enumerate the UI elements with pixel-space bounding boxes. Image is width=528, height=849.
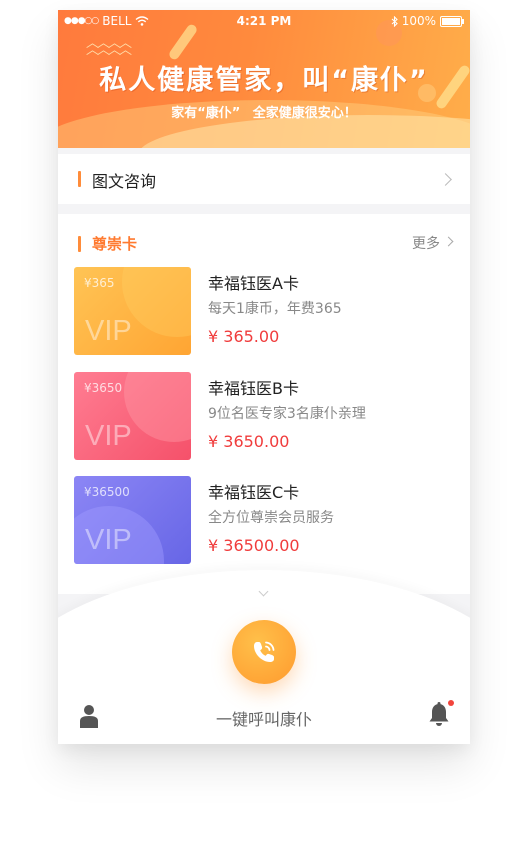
card-price-tag: ¥3650 — [84, 381, 123, 395]
card-description: 全方位尊崇会员服务 — [208, 510, 334, 526]
battery-icon — [440, 15, 464, 27]
header-banner: ︿︿︿︿ ︿︿︿︿ ●●●○○ BELL 4:21 PM 100% 私人健康管家… — [58, 10, 470, 148]
more-link[interactable]: 更多 — [412, 233, 454, 253]
section-marker — [78, 236, 81, 252]
call-label: 一键呼叫康仆 — [215, 710, 312, 729]
card-item-c[interactable]: ¥36500 VIP 幸福钰医C卡 全方位尊崇会员服务 ¥ 36500.00 — [74, 476, 454, 566]
card-description: 9位名医专家3名康仆亲理 — [208, 406, 366, 422]
vip-card-image: ¥3650 VIP — [74, 372, 191, 460]
card-price: ¥ 3650.00 — [208, 432, 290, 451]
card-name: 幸福钰医B卡 — [208, 379, 299, 398]
consult-row[interactable]: 图文咨询 — [58, 154, 470, 204]
card-price: ¥ 36500.00 — [208, 536, 300, 555]
phone-icon — [254, 641, 275, 662]
premium-card-section: 尊崇卡 更多 ¥365 VIP 幸福钰医A卡 每天1康币，年费365 ¥ 365… — [58, 214, 470, 594]
banner-squiggle: ︿︿︿︿ ︿︿︿︿ — [86, 36, 132, 58]
card-item-a[interactable]: ¥365 VIP 幸福钰医A卡 每天1康币，年费365 ¥ 365.00 — [74, 267, 454, 357]
card-decoration — [124, 372, 191, 442]
more-label: 更多 — [412, 236, 440, 252]
card-item-b[interactable]: ¥3650 VIP 幸福钰医B卡 9位名医专家3名康仆亲理 ¥ 3650.00 — [74, 372, 454, 462]
phone-screen: ︿︿︿︿ ︿︿︿︿ ●●●○○ BELL 4:21 PM 100% 私人健康管家… — [58, 10, 470, 744]
battery-percent: 100% — [401, 14, 436, 28]
card-vip-text: VIP — [85, 420, 132, 452]
card-vip-text: VIP — [85, 315, 132, 347]
banner-title: 私人健康管家，叫“康仆” — [99, 65, 429, 96]
vip-card-image: ¥365 VIP — [74, 267, 191, 355]
call-button[interactable] — [232, 620, 296, 684]
consult-label: 图文咨询 — [92, 172, 157, 191]
card-description: 每天1康币，年费365 — [208, 301, 342, 317]
vip-card-image: ¥36500 VIP — [74, 476, 191, 564]
card-vip-text: VIP — [85, 524, 132, 556]
card-price-tag: ¥36500 — [84, 485, 130, 499]
person-icon[interactable] — [80, 704, 98, 728]
card-decoration — [122, 267, 191, 337]
card-price: ¥ 365.00 — [208, 327, 280, 346]
card-name: 幸福钰医A卡 — [208, 274, 299, 293]
section-title: 尊崇卡 — [92, 235, 138, 253]
notification-dot — [448, 700, 454, 706]
status-bar: ●●●○○ BELL 4:21 PM 100% — [58, 10, 470, 32]
chevron-right-icon — [443, 236, 454, 247]
section-marker — [78, 171, 81, 187]
card-name: 幸福钰医C卡 — [208, 483, 300, 502]
bluetooth-icon — [391, 15, 398, 27]
banner-subtitle: 家有“康仆” 全家健康很安心！ — [171, 106, 357, 121]
bell-icon[interactable] — [428, 702, 450, 728]
chevron-right-icon — [439, 173, 452, 186]
card-price-tag: ¥365 — [84, 276, 115, 290]
